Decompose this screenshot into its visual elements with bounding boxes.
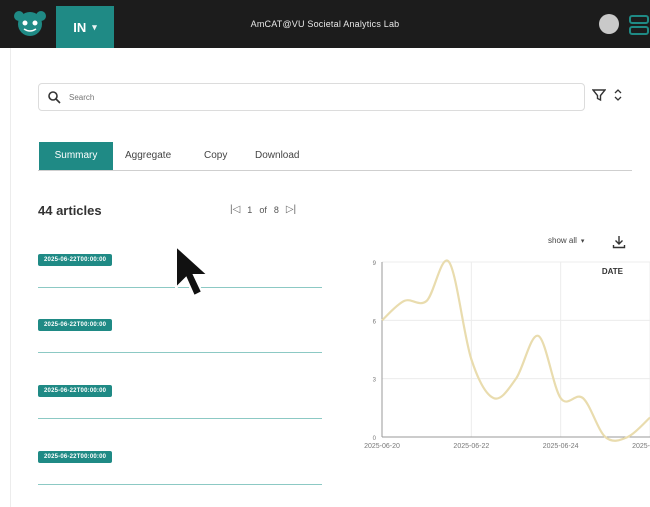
- page-current: 1: [247, 204, 253, 215]
- y-tick-label: 3: [373, 378, 377, 384]
- legend-label: DATE: [602, 267, 624, 276]
- user-avatar[interactable]: [599, 14, 619, 34]
- show-all-dropdown[interactable]: show all ▾: [548, 236, 584, 245]
- article-date-badge: 2025-06-22T00:00:00: [38, 451, 113, 463]
- article-count: 44 articles: [38, 203, 102, 218]
- x-tick-label: 2025-06-20: [364, 443, 400, 450]
- filter-icon[interactable]: [592, 88, 606, 102]
- sort-toggle-icon[interactable]: [613, 88, 623, 102]
- database-menu-icon[interactable]: [628, 14, 650, 36]
- list-item[interactable]: 2025-06-22T00:00:00: [38, 379, 322, 419]
- chevron-down-icon: ▾: [580, 237, 585, 245]
- y-tick-label: 6: [373, 319, 377, 325]
- search-box[interactable]: [38, 83, 585, 111]
- download-icon[interactable]: [612, 235, 626, 249]
- chevron-down-icon: ▾: [92, 21, 97, 32]
- index-selector-button[interactable]: IN ▾: [56, 6, 114, 48]
- tab-aggregate[interactable]: Aggregate: [125, 142, 171, 170]
- page-of: of: [259, 204, 267, 215]
- list-item[interactable]: 2025-06-22T00:00:00: [38, 313, 322, 353]
- mouse-cursor-icon: [175, 244, 211, 298]
- search-input[interactable]: [67, 91, 551, 103]
- x-tick-label: 2025-06-26: [632, 443, 650, 450]
- page-total: 8: [273, 204, 279, 215]
- x-tick-label: 2025-06-22: [453, 443, 489, 450]
- list-item[interactable]: 2025-06-22T00:00:00: [38, 445, 322, 485]
- tab-download[interactable]: Download: [255, 142, 299, 170]
- search-icon: [48, 91, 61, 104]
- view-tabs: Summary Aggregate Copy Download: [38, 142, 632, 171]
- index-selector-label: IN: [73, 19, 87, 35]
- article-date-badge: 2025-06-22T00:00:00: [38, 319, 113, 331]
- articles-over-time-chart: 0 3 6 9 2025-06-20 2025-06-22 2025-06-24 2025-0…: [364, 259, 650, 450]
- y-tick-label: 0: [373, 436, 377, 442]
- show-all-label: show all: [548, 236, 577, 245]
- first-page-icon[interactable]: |◁: [230, 204, 240, 215]
- article-date-badge: 2025-06-22T00:00:00: [38, 385, 113, 397]
- article-date-badge: 2025-06-22T00:00:00: [38, 254, 113, 266]
- pagination: |◁ 1 of 8 ▷|: [230, 204, 296, 215]
- tab-summary[interactable]: Summary: [39, 142, 113, 170]
- amcat-logo-icon[interactable]: [10, 7, 50, 41]
- tab-copy[interactable]: Copy: [204, 142, 227, 170]
- top-navigation-bar: IN ▾ AmCAT@VU Societal Analytics Lab: [0, 0, 650, 48]
- x-tick-label: 2025-06-24: [543, 443, 579, 450]
- series-line-date: [381, 259, 650, 442]
- last-page-icon[interactable]: ▷|: [286, 204, 296, 215]
- y-tick-label: 9: [373, 261, 377, 267]
